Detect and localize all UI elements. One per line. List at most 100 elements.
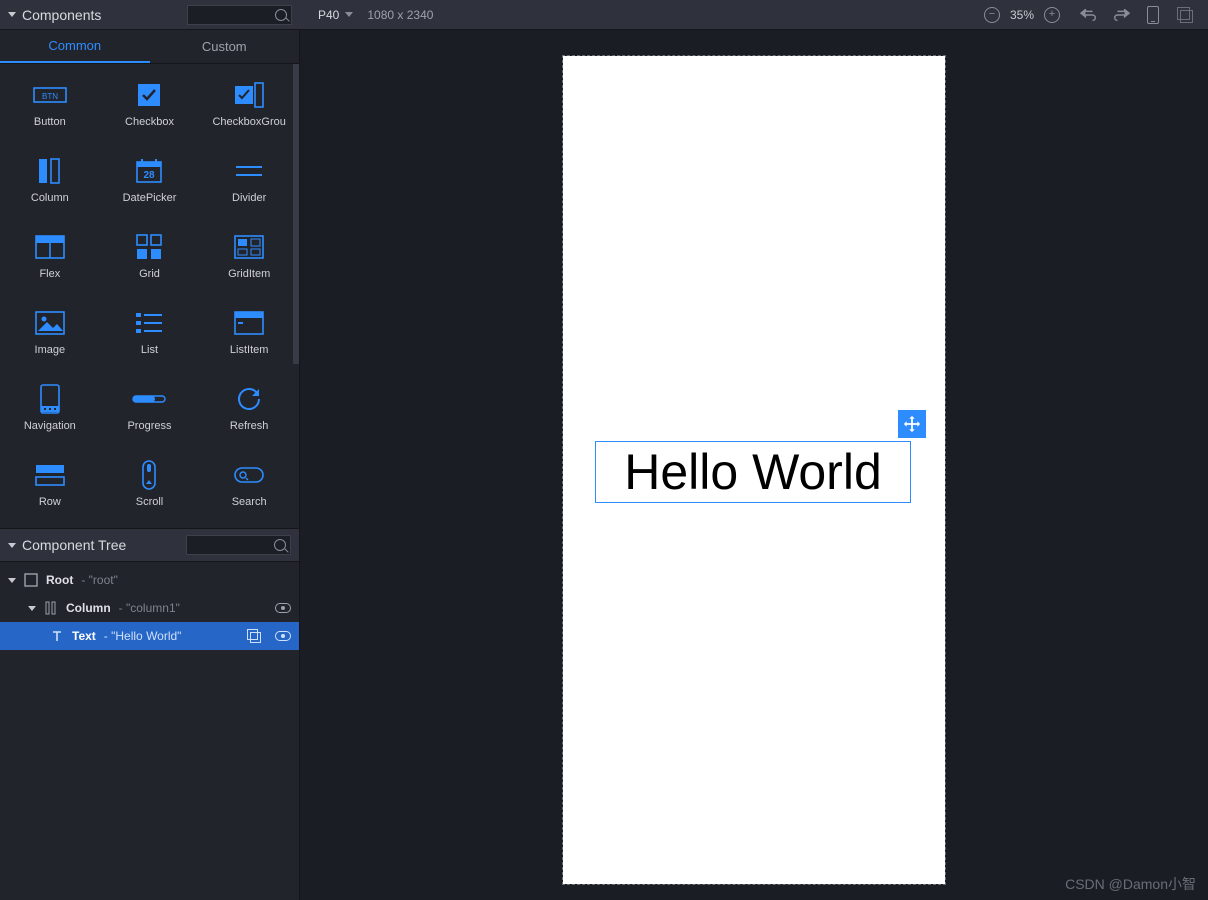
undo-button[interactable] [1080,6,1098,24]
tree-header: Component Tree [0,528,299,562]
component-scroll[interactable]: Scroll [104,462,196,508]
tree-node-column[interactable]: Column - "column1" [0,594,299,622]
search-icon [232,462,266,488]
component-label: List [141,344,158,356]
tree-node-text[interactable]: Text - "Hello World" [0,622,299,650]
component-grid[interactable]: Grid [104,234,196,280]
tree-title: Component Tree [22,537,126,553]
component-search[interactable]: Search [203,462,295,508]
zoom-controls: − 35% + [984,7,1080,23]
device-selector[interactable]: P40 1080 x 2340 [318,8,433,22]
selected-text-element[interactable]: Hello World [595,441,911,503]
component-search-input[interactable] [187,5,292,25]
collapse-icon [8,12,16,17]
flex-icon [33,234,67,260]
search-icon [275,9,287,21]
component-label: Scroll [136,496,164,508]
griditem-icon [232,234,266,260]
scroll-icon [132,462,166,488]
component-navigation[interactable]: Navigation [4,386,96,432]
component-refresh[interactable]: Refresh [203,386,295,432]
visibility-icon[interactable] [275,603,291,613]
component-row[interactable]: Row [4,462,96,508]
component-tabs: Common Custom [0,30,299,64]
checkbox-icon [132,82,166,108]
visibility-icon[interactable] [275,631,291,641]
components-title-wrap[interactable]: Components [8,7,101,23]
svg-text:28: 28 [144,170,156,181]
row-icon [33,462,67,488]
device-preview-button[interactable] [1144,6,1162,24]
device-name: P40 [318,8,339,22]
component-label: Progress [127,420,171,432]
component-datepicker[interactable]: 28 DatePicker [104,158,196,204]
expand-icon[interactable] [8,578,16,583]
component-image[interactable]: Image [4,310,96,356]
component-checkboxgrou[interactable]: CheckboxGrou [203,82,295,128]
tree-hint: - "column1" [119,601,180,615]
device-resolution: 1080 x 2340 [367,8,433,22]
component-listitem[interactable]: ListItem [203,310,295,356]
navigation-icon [33,386,67,412]
progress-icon [132,386,166,412]
component-label: ListItem [230,344,269,356]
component-divider[interactable]: Divider [203,158,295,204]
zoom-value: 35% [1010,8,1034,22]
top-bar: Components P40 1080 x 2340 − 35% + [0,0,1208,30]
root-icon [24,573,38,587]
column-icon [33,158,67,184]
component-label: Button [34,116,66,128]
image-icon [33,310,67,336]
text-icon [50,629,64,643]
layout-toggle-button[interactable] [1176,6,1194,24]
canvas[interactable]: Hello World [300,30,1208,900]
component-progress[interactable]: Progress [104,386,196,432]
move-handle[interactable] [898,410,926,438]
component-label: Flex [39,268,60,280]
components-title: Components [22,7,101,23]
expand-icon[interactable] [28,606,36,611]
component-label: DatePicker [123,192,177,204]
canvas-text: Hello World [624,443,882,501]
component-label: Image [35,344,66,356]
duplicate-icon[interactable] [247,629,261,643]
tree-title-wrap[interactable]: Component Tree [8,537,126,553]
components-header: Components [0,5,300,25]
divider-icon [232,158,266,184]
component-label: CheckboxGrou [212,116,285,128]
tree-hint: - "root" [81,573,118,587]
tab-common[interactable]: Common [0,30,150,63]
tree-label: Text [72,629,96,643]
tree-node-root[interactable]: Root - "root" [0,566,299,594]
component-checkbox[interactable]: Checkbox [104,82,196,128]
component-label: Column [31,192,69,204]
component-label: Checkbox [125,116,174,128]
component-button[interactable]: BTNButton [4,82,96,128]
component-label: GridItem [228,268,270,280]
device-frame[interactable]: Hello World [563,56,945,884]
tree-label: Column [66,601,111,615]
search-icon [274,539,286,551]
tab-custom[interactable]: Custom [150,30,300,63]
component-label: Row [39,496,61,508]
tree-hint: - "Hello World" [104,629,182,643]
zoom-in-button[interactable]: + [1044,7,1060,23]
component-label: Refresh [230,420,269,432]
tree-label: Root [46,573,73,587]
component-tree: Root - "root" Column - "column1" Text - … [0,562,299,654]
listitem-icon [232,310,266,336]
component-label: Navigation [24,420,76,432]
redo-button[interactable] [1112,6,1130,24]
watermark: CSDN @Damon小智 [1065,874,1196,894]
collapse-icon [8,543,16,548]
zoom-out-button[interactable]: − [984,7,1000,23]
component-column[interactable]: Column [4,158,96,204]
component-list[interactable]: List [104,310,196,356]
toolbar-icons [1080,6,1208,24]
component-griditem[interactable]: GridItem [203,234,295,280]
sidebar: Common Custom BTNButton Checkbox CheckboxG… [0,30,300,900]
refresh-icon [232,386,266,412]
tree-search-input[interactable] [186,535,291,555]
component-grid: BTNButton Checkbox CheckboxGrou Column 28 Dat… [0,64,299,528]
component-flex[interactable]: Flex [4,234,96,280]
